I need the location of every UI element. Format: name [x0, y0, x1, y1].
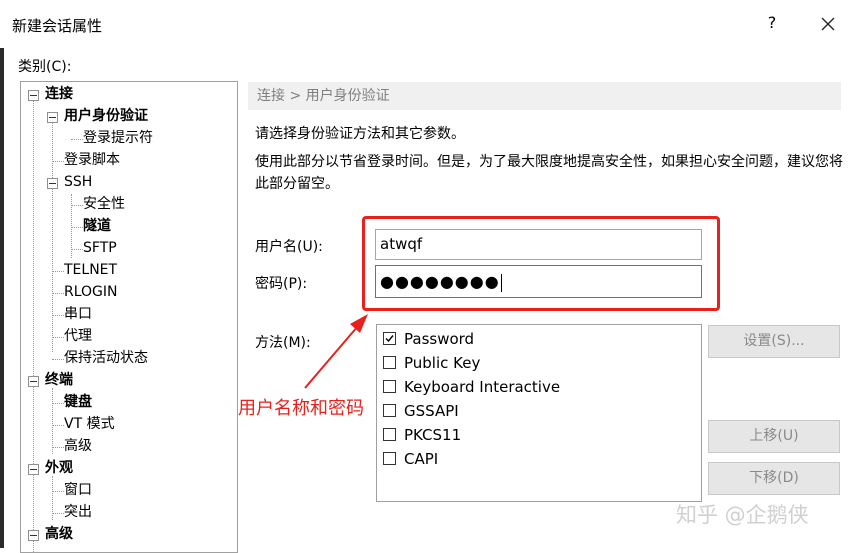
annotation-text: 用户名称和密码 — [238, 398, 364, 419]
annotation-arrow-icon — [304, 314, 368, 389]
watermark: 知乎 @企鹅侠 — [676, 503, 809, 527]
